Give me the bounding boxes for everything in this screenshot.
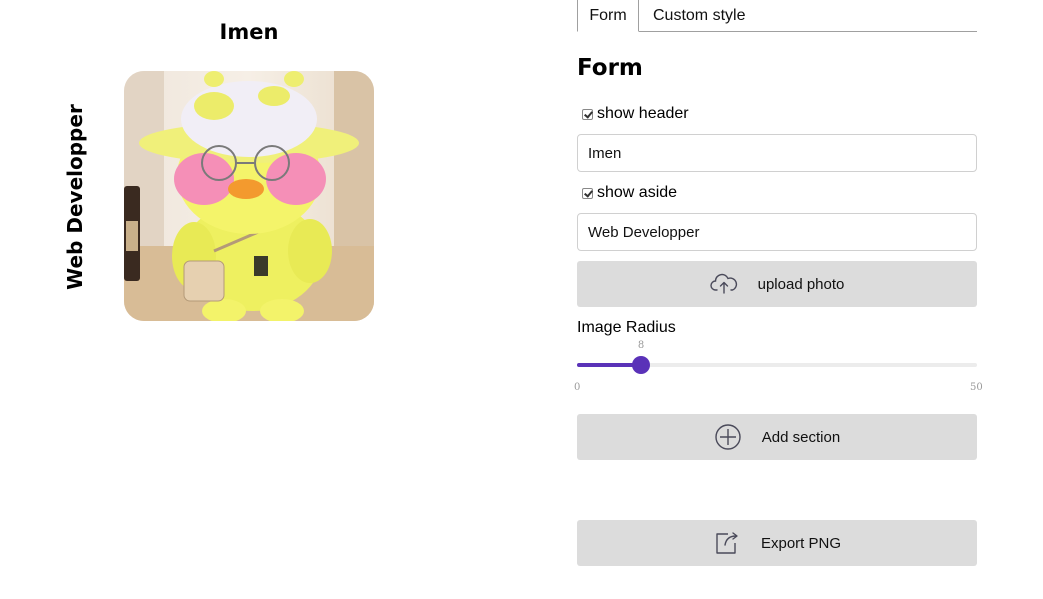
show-aside-checkbox[interactable] (582, 187, 593, 199)
export-png-label: Export PNG (760, 534, 842, 552)
header-input[interactable] (577, 134, 977, 172)
preview-header: Imen (219, 20, 279, 44)
duck-plush-image (124, 71, 374, 321)
slider-thumb[interactable] (632, 356, 650, 374)
export-icon (713, 529, 741, 557)
preview-aside-text: Web Developper (63, 104, 87, 290)
upload-photo-button[interactable]: upload photo (577, 261, 977, 307)
tab-custom-style[interactable]: Custom style (653, 0, 745, 31)
preview-photo (124, 71, 374, 321)
image-radius-slider[interactable] (577, 356, 977, 374)
show-header-label: show header (597, 105, 689, 122)
aside-input[interactable] (577, 213, 977, 251)
slider-min-label: 0 (574, 382, 581, 393)
export-png-button[interactable]: Export PNG (577, 520, 977, 566)
plus-circle-icon (714, 423, 742, 451)
form-heading: Form (577, 55, 643, 81)
show-header-checkbox[interactable] (582, 108, 593, 120)
tab-bar: Form Custom style (577, 0, 977, 32)
image-radius-label: Image Radius (577, 319, 676, 336)
show-aside-row: show aside (582, 183, 677, 203)
upload-photo-label: upload photo (757, 275, 845, 293)
show-aside-label: show aside (597, 184, 678, 201)
show-header-row: show header (582, 104, 689, 124)
add-section-label: Add section (761, 428, 841, 446)
cloud-upload-icon (709, 270, 738, 298)
image-radius-value: 8 (637, 340, 645, 351)
slider-max-label: 50 (970, 382, 983, 393)
tab-form[interactable]: Form (577, 0, 639, 32)
add-section-button[interactable]: Add section (577, 414, 977, 460)
